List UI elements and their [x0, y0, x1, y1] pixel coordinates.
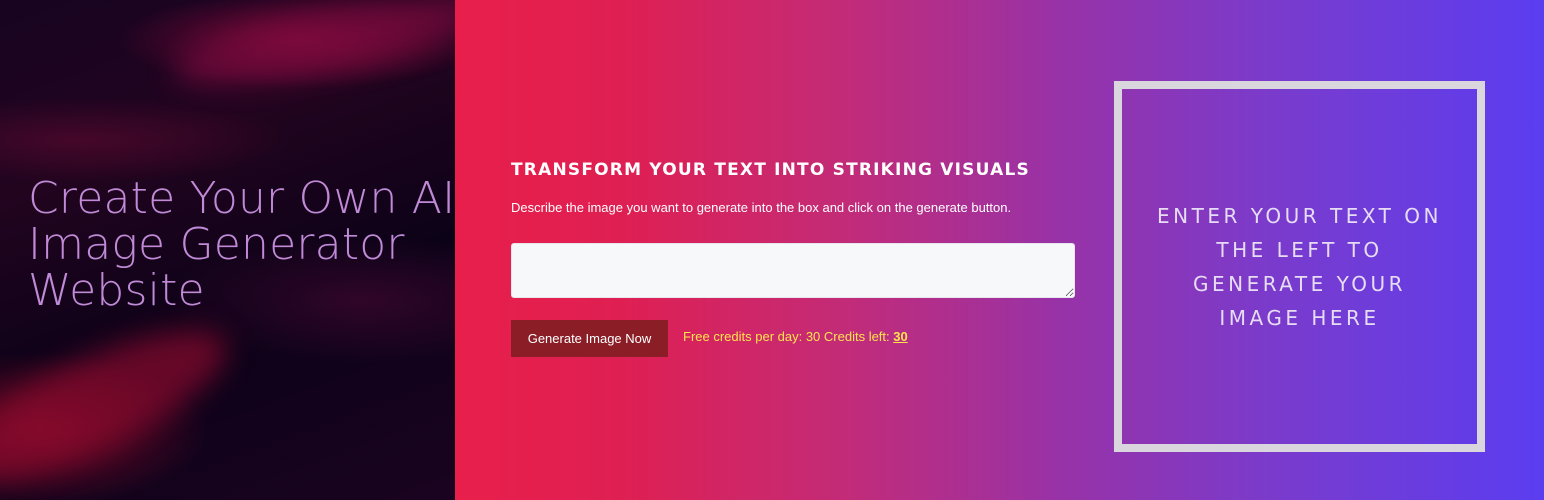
hero-banner: Create Your Own AI Image Generator Websi… [0, 0, 455, 500]
form-heading: TRANSFORM YOUR TEXT INTO STRIKING VISUAL… [511, 160, 1030, 180]
background-streak [167, 0, 455, 103]
form-description: Describe the image you want to generate … [511, 200, 1012, 215]
credits-left-count: 30 [893, 329, 908, 344]
preview-placeholder-text: ENTER YOUR TEXT ON THE LEFT TO GENERATE … [1157, 203, 1442, 330]
page: Create Your Own AI Image Generator Websi… [0, 0, 1544, 500]
background-streak [0, 300, 245, 500]
credits-info: Free credits per day: 30 Credits left: 3… [683, 329, 908, 344]
image-preview-box: ENTER YOUR TEXT ON THE LEFT TO GENERATE … [1114, 81, 1485, 452]
prompt-input[interactable] [511, 243, 1075, 298]
generator-panel: TRANSFORM YOUR TEXT INTO STRIKING VISUAL… [455, 0, 1544, 500]
generate-image-button[interactable]: Generate Image Now [511, 320, 668, 357]
credits-label: Free credits per day: 30 Credits left: [683, 329, 890, 344]
hero-title: Create Your Own AI Image Generator Websi… [28, 173, 455, 316]
